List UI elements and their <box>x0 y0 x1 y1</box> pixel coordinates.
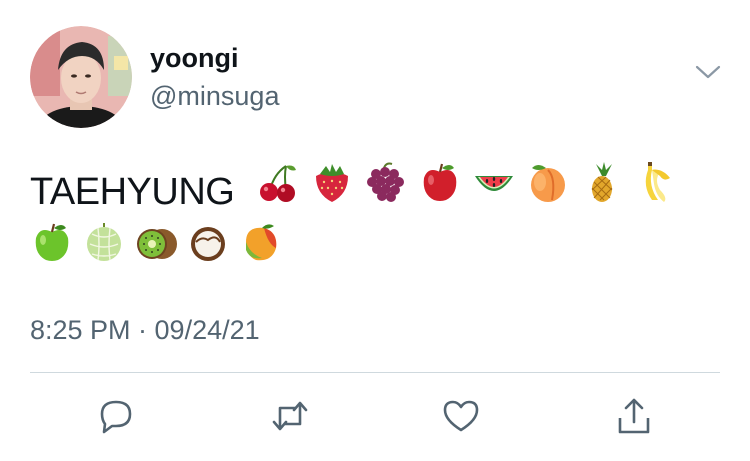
emoji-row-2 <box>30 220 290 264</box>
like-icon[interactable] <box>441 396 481 436</box>
reply-icon[interactable] <box>96 396 136 436</box>
grapes-icon <box>364 160 408 204</box>
cherries-icon <box>256 160 300 204</box>
divider <box>30 372 720 373</box>
avatar[interactable] <box>30 26 132 128</box>
display-name[interactable]: yoongi <box>150 42 239 74</box>
retweet-icon[interactable] <box>270 396 310 436</box>
coconut-icon <box>186 220 230 264</box>
green-apple-icon <box>30 220 74 264</box>
tweet-text-word: TAEHYUNG <box>30 171 235 213</box>
mango-icon <box>238 220 282 264</box>
watermelon-icon <box>472 160 516 204</box>
strawberry-icon <box>310 160 354 204</box>
kiwi-icon <box>134 220 178 264</box>
red-apple-icon <box>418 160 462 204</box>
user-handle[interactable]: @minsuga <box>150 80 279 112</box>
tweet-text: TAEHYUNG <box>30 160 710 219</box>
melon-icon <box>82 220 126 264</box>
tweet-timestamp[interactable]: 8:25 PM · 09/24/21 <box>30 314 260 346</box>
tweet-card: yoongi @minsuga TAEHYUNG 8:25 PM · 09/24… <box>0 0 750 461</box>
peach-icon <box>526 160 570 204</box>
banana-icon <box>634 160 678 204</box>
chevron-down-icon[interactable] <box>694 62 722 82</box>
share-icon[interactable] <box>614 396 654 436</box>
pineapple-icon <box>580 160 624 204</box>
